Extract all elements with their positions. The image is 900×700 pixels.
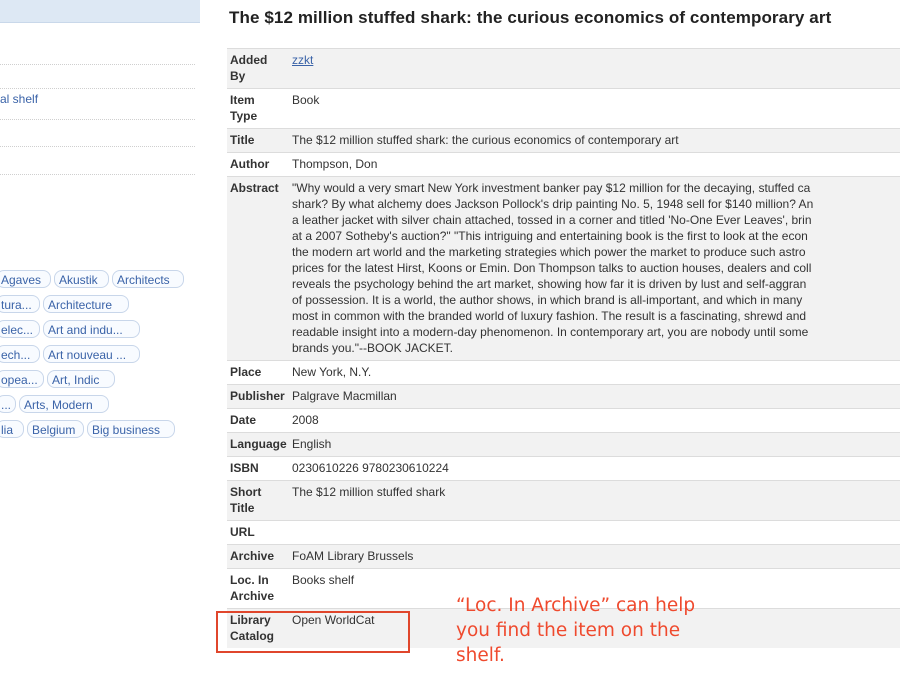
highlight-box bbox=[216, 611, 410, 653]
field-label: Short Title bbox=[227, 480, 288, 521]
tag[interactable]: Architecture bbox=[43, 295, 129, 313]
field-label: ISBN bbox=[227, 456, 288, 481]
callout-line: “Loc. In Archive” can help bbox=[456, 595, 696, 616]
abstract-line: brands you."--BOOK JACKET. bbox=[292, 341, 453, 355]
callout-line: you find the item on the bbox=[456, 620, 681, 641]
field-row-author: Author Thompson, Don bbox=[227, 152, 900, 177]
tag[interactable]: Art and indu... bbox=[43, 320, 140, 338]
field-value: zzkt bbox=[288, 48, 900, 89]
field-row-abstract: Abstract "Why would a very smart New Yor… bbox=[227, 176, 900, 361]
abstract-line: at a 2007 Sotheby's auction?" "This intr… bbox=[292, 229, 808, 243]
annotation-callout: “Loc. In Archive” can help you find the … bbox=[456, 593, 695, 668]
tag[interactable]: tura... bbox=[0, 295, 40, 313]
field-label: URL bbox=[227, 520, 288, 545]
field-value: English bbox=[288, 432, 900, 457]
abstract-text: "Why would a very smart New York investm… bbox=[288, 176, 900, 361]
field-value: 2008 bbox=[288, 408, 900, 433]
field-row-place: Place New York, N.Y. bbox=[227, 360, 900, 385]
abstract-line: "Why would a very smart New York investm… bbox=[292, 181, 811, 195]
sidebar-divider bbox=[0, 88, 195, 89]
field-label: Loc. In Archive bbox=[227, 568, 288, 609]
field-row-isbn: ISBN 0230610226 9780230610224 bbox=[227, 456, 900, 481]
tag[interactable]: ech... bbox=[0, 345, 40, 363]
field-label: Date bbox=[227, 408, 288, 433]
field-label: Language bbox=[227, 432, 288, 457]
tag[interactable]: Architects bbox=[112, 270, 184, 288]
field-value: New York, N.Y. bbox=[288, 360, 900, 385]
tag[interactable]: ... bbox=[0, 395, 16, 413]
field-row-item-type: Item Type Book bbox=[227, 88, 900, 129]
field-value: Thompson, Don bbox=[288, 152, 900, 177]
abstract-line: most in common with the branded world of… bbox=[292, 309, 807, 323]
sidebar-item-shelf[interactable]: al shelf bbox=[0, 92, 38, 106]
field-value: The $12 million stuffed shark: the curio… bbox=[288, 128, 900, 153]
field-row-short-title: Short Title The $12 million stuffed shar… bbox=[227, 480, 900, 521]
field-row-language: Language English bbox=[227, 432, 900, 457]
field-label: Added By bbox=[227, 48, 288, 89]
field-label: Archive bbox=[227, 544, 288, 569]
abstract-line: readable insight into a modern-day pheno… bbox=[292, 325, 809, 339]
item-title: The $12 million stuffed shark: the curio… bbox=[229, 8, 832, 27]
field-row-title: Title The $12 million stuffed shark: the… bbox=[227, 128, 900, 153]
tag[interactable]: Arts, Modern bbox=[19, 395, 109, 413]
field-row-url: URL bbox=[227, 520, 900, 545]
sidebar-divider bbox=[0, 119, 195, 120]
tag[interactable]: Art nouveau ... bbox=[43, 345, 140, 363]
tag[interactable]: opea... bbox=[0, 370, 44, 388]
field-label: Publisher bbox=[227, 384, 288, 409]
abstract-line: of possession. It is a world, the author… bbox=[292, 293, 803, 307]
tag[interactable]: elec... bbox=[0, 320, 40, 338]
tag[interactable]: Agaves bbox=[0, 270, 51, 288]
field-label: Item Type bbox=[227, 88, 288, 129]
field-row-publisher: Publisher Palgrave Macmillan bbox=[227, 384, 900, 409]
field-value bbox=[288, 520, 900, 545]
abstract-line: reveals the psychology behind the art ma… bbox=[292, 277, 807, 291]
field-label: Place bbox=[227, 360, 288, 385]
tag[interactable]: Akustik bbox=[54, 270, 109, 288]
field-label: Title bbox=[227, 128, 288, 153]
sidebar-divider bbox=[0, 146, 195, 147]
field-value: Palgrave Macmillan bbox=[288, 384, 900, 409]
field-row-archive: Archive FoAM Library Brussels bbox=[227, 544, 900, 569]
abstract-line: prices for the latest Hirst, Koons or Em… bbox=[292, 261, 812, 275]
abstract-line: a leather jacket with silver chain attac… bbox=[292, 213, 812, 227]
field-label: Author bbox=[227, 152, 288, 177]
tag[interactable]: lia bbox=[0, 420, 24, 438]
field-row-added-by: Added By zzkt bbox=[227, 48, 900, 89]
sidebar: al shelf Agaves Akustik Architects tura.… bbox=[0, 0, 200, 700]
item-details-table: Added By zzkt Item Type Book Title The $… bbox=[227, 48, 900, 648]
user-link[interactable]: zzkt bbox=[292, 53, 313, 67]
abstract-line: shark? By what alchemy does Jackson Poll… bbox=[292, 197, 814, 211]
abstract-line: the modern art world and the marketing s… bbox=[292, 245, 806, 259]
tag[interactable]: Big business bbox=[87, 420, 175, 438]
field-label: Abstract bbox=[227, 176, 288, 361]
sidebar-header bbox=[0, 0, 200, 23]
field-value: Book bbox=[288, 88, 900, 129]
tag[interactable]: Art, Indic bbox=[47, 370, 115, 388]
field-value: 0230610226 9780230610224 bbox=[288, 456, 900, 481]
field-row-date: Date 2008 bbox=[227, 408, 900, 433]
tag[interactable]: Belgium bbox=[27, 420, 84, 438]
sidebar-divider bbox=[0, 174, 195, 175]
field-value: The $12 million stuffed shark bbox=[288, 480, 900, 521]
sidebar-divider bbox=[0, 64, 195, 65]
field-value: FoAM Library Brussels bbox=[288, 544, 900, 569]
callout-line: shelf. bbox=[456, 645, 505, 666]
